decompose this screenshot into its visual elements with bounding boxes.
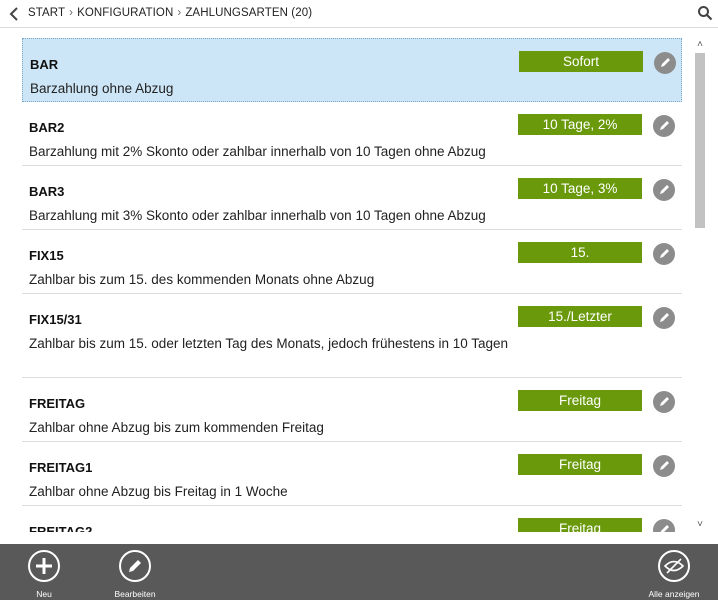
- payment-description: Barzahlung mit 2% Skonto oder zahlbar in…: [29, 144, 486, 159]
- scroll-up-arrow-icon[interactable]: ˄: [695, 40, 705, 50]
- breadcrumb-konfiguration[interactable]: KONFIGURATION: [77, 7, 173, 19]
- edit-button-label: Bearbeiten: [114, 589, 156, 599]
- list-item[interactable]: FREITAG Freitag Zahlbar ohne Abzug bis z…: [22, 378, 682, 442]
- list-item[interactable]: BAR2 10 Tage, 2% Barzahlung mit 2% Skont…: [22, 102, 682, 166]
- breadcrumb-start[interactable]: START: [28, 7, 65, 19]
- payment-code: BAR: [30, 57, 59, 72]
- term-badge: 10 Tage, 2%: [518, 114, 642, 135]
- pencil-icon: [660, 313, 669, 322]
- payment-code: BAR3: [29, 184, 65, 199]
- pencil-icon: [661, 58, 670, 67]
- payment-code: FIX15/31: [29, 312, 82, 327]
- bottom-toolbar: Neu Bearbeiten Alle anzeigen: [0, 544, 718, 600]
- list-item[interactable]: FREITAG1 Freitag Zahlbar ohne Abzug bis …: [22, 442, 682, 506]
- payment-code: FIX15: [29, 248, 64, 263]
- list-item[interactable]: FREITAG2 Freitag: [22, 506, 682, 532]
- payment-description: Zahlbar bis zum 15. des kommenden Monats…: [29, 272, 375, 287]
- list-scrollbar[interactable]: ˄ ˅: [693, 38, 707, 534]
- new-button[interactable]: Neu: [4, 550, 84, 599]
- term-badge: 15./Letzter: [518, 306, 642, 327]
- edit-item-button[interactable]: [653, 179, 675, 201]
- pencil-icon: [660, 249, 669, 258]
- header-bar: START › KONFIGURATION › ZAHLUNGSARTEN (20): [0, 0, 718, 28]
- show-all-button-label: Alle anzeigen: [648, 589, 700, 599]
- eye-slash-icon: [658, 550, 690, 582]
- edit-item-button[interactable]: [653, 519, 675, 532]
- edit-item-button[interactable]: [653, 115, 675, 137]
- edit-item-button[interactable]: [653, 243, 675, 265]
- payment-description: Zahlbar ohne Abzug bis Freitag in 1 Woch…: [29, 484, 288, 499]
- term-badge: Freitag: [518, 518, 642, 532]
- pencil-icon: [660, 121, 669, 130]
- show-all-button[interactable]: Alle anzeigen: [634, 550, 714, 599]
- payment-description: Zahlbar bis zum 15. oder letzten Tag des…: [29, 336, 509, 351]
- pencil-icon: [660, 397, 669, 406]
- chevron-left-icon[interactable]: [7, 6, 21, 22]
- list-item[interactable]: BAR Sofort Barzahlung ohne Abzug: [22, 38, 682, 102]
- breadcrumb-separator: ›: [69, 7, 74, 19]
- pencil-icon: [660, 461, 669, 470]
- scroll-down-arrow-icon[interactable]: ˅: [695, 520, 705, 530]
- payment-code: FREITAG: [29, 396, 86, 411]
- pencil-icon: [119, 550, 151, 582]
- list-item[interactable]: FIX15 15. Zahlbar bis zum 15. des kommen…: [22, 230, 682, 294]
- term-badge: Freitag: [518, 454, 642, 475]
- plus-icon: [28, 550, 60, 582]
- edit-button[interactable]: Bearbeiten: [95, 550, 175, 599]
- payment-description: Barzahlung ohne Abzug: [30, 81, 174, 96]
- scrollbar-thumb[interactable]: [695, 53, 705, 228]
- search-icon[interactable]: [697, 5, 713, 21]
- term-badge: 10 Tage, 3%: [518, 178, 642, 199]
- new-button-label: Neu: [36, 589, 52, 599]
- pencil-icon: [660, 525, 669, 532]
- edit-item-button[interactable]: [653, 391, 675, 413]
- payment-description: Barzahlung mit 3% Skonto oder zahlbar in…: [29, 208, 486, 223]
- payment-description: Zahlbar ohne Abzug bis zum kommenden Fre…: [29, 420, 324, 435]
- payment-code: FREITAG1: [29, 460, 93, 475]
- list-item[interactable]: FIX15/31 15./Letzter Zahlbar bis zum 15.…: [22, 294, 682, 378]
- term-badge: 15.: [518, 242, 642, 263]
- term-badge: Freitag: [518, 390, 642, 411]
- edit-item-button[interactable]: [654, 52, 676, 74]
- edit-item-button[interactable]: [653, 307, 675, 329]
- edit-item-button[interactable]: [653, 455, 675, 477]
- list-item[interactable]: BAR3 10 Tage, 3% Barzahlung mit 3% Skont…: [22, 166, 682, 230]
- breadcrumb-separator: ›: [177, 7, 182, 19]
- payment-code: BAR2: [29, 120, 65, 135]
- term-badge: Sofort: [519, 51, 643, 72]
- payment-type-list[interactable]: BAR Sofort Barzahlung ohne Abzug BAR2 10…: [22, 38, 682, 532]
- pencil-icon: [660, 185, 669, 194]
- breadcrumb: START › KONFIGURATION › ZAHLUNGSARTEN (20): [28, 7, 312, 19]
- payment-code: FREITAG2: [29, 524, 93, 532]
- breadcrumb-zahlungsarten: ZAHLUNGSARTEN (20): [185, 7, 313, 19]
